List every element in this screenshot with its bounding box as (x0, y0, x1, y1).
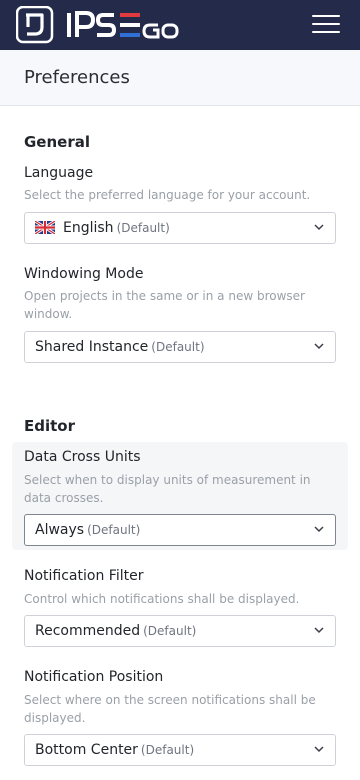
language-select-value: English (Default) (35, 220, 170, 236)
language-label: Language (24, 165, 94, 181)
notification-filter-select[interactable]: Recommended (Default) (24, 615, 336, 647)
chevron-down-icon (314, 343, 324, 350)
notification-filter-description: Control which notifications shall be dis… (24, 592, 300, 606)
notification-position-description: Select where on the screen notifications… (24, 693, 316, 725)
notification-filter-default-note: (Default) (143, 624, 197, 638)
windowing-mode-value-text: Shared Instance (35, 339, 149, 355)
uk-flag-icon (35, 221, 55, 234)
notification-position-default-note: (Default) (140, 743, 195, 757)
section-title-editor: Editor (24, 417, 75, 435)
section-title-general: General (24, 133, 90, 151)
data-cross-units-select-value: Always (Default) (35, 522, 140, 538)
menu-line (312, 23, 340, 25)
data-cross-units-value-text: Always (35, 522, 85, 538)
windowing-mode-default-note: (Default) (151, 340, 205, 354)
data-cross-units-default-note: (Default) (87, 523, 141, 537)
windowing-mode-label: Windowing Mode (24, 266, 144, 282)
chevron-down-icon (314, 526, 324, 533)
chevron-down-icon (314, 224, 324, 231)
ipsego-logo[interactable] (16, 6, 196, 44)
language-description: Select the preferred language for your a… (24, 188, 311, 202)
language-value-text: English (63, 220, 114, 236)
data-cross-units-label: Data Cross Units (24, 449, 141, 465)
language-select[interactable]: English (Default) (24, 212, 336, 244)
notification-position-value-text: Bottom Center (35, 742, 138, 758)
notification-filter-select-value: Recommended (Default) (35, 623, 196, 639)
menu-line (312, 31, 340, 33)
notification-position-label: Notification Position (24, 669, 164, 685)
page-header: Preferences (0, 50, 360, 106)
data-cross-units-select[interactable]: Always (Default) (24, 514, 336, 546)
chevron-down-icon (314, 627, 324, 634)
notification-position-select-value: Bottom Center (Default) (35, 742, 194, 758)
notification-position-select[interactable]: Bottom Center (Default) (24, 734, 336, 766)
notification-filter-label: Notification Filter (24, 568, 144, 584)
windowing-mode-select[interactable]: Shared Instance (Default) (24, 331, 336, 363)
hamburger-menu-icon[interactable] (312, 14, 340, 34)
page-title: Preferences (24, 67, 130, 88)
notification-filter-value-text: Recommended (35, 623, 141, 639)
chevron-down-icon (314, 746, 324, 753)
top-navigation-bar (0, 0, 360, 50)
menu-line (312, 15, 340, 17)
windowing-mode-description: Open projects in the same or in a new br… (24, 289, 305, 321)
windowing-mode-select-value: Shared Instance (Default) (35, 339, 205, 355)
language-default-note: (Default) (116, 221, 170, 235)
data-cross-units-description: Select when to display units of measurem… (24, 473, 311, 505)
